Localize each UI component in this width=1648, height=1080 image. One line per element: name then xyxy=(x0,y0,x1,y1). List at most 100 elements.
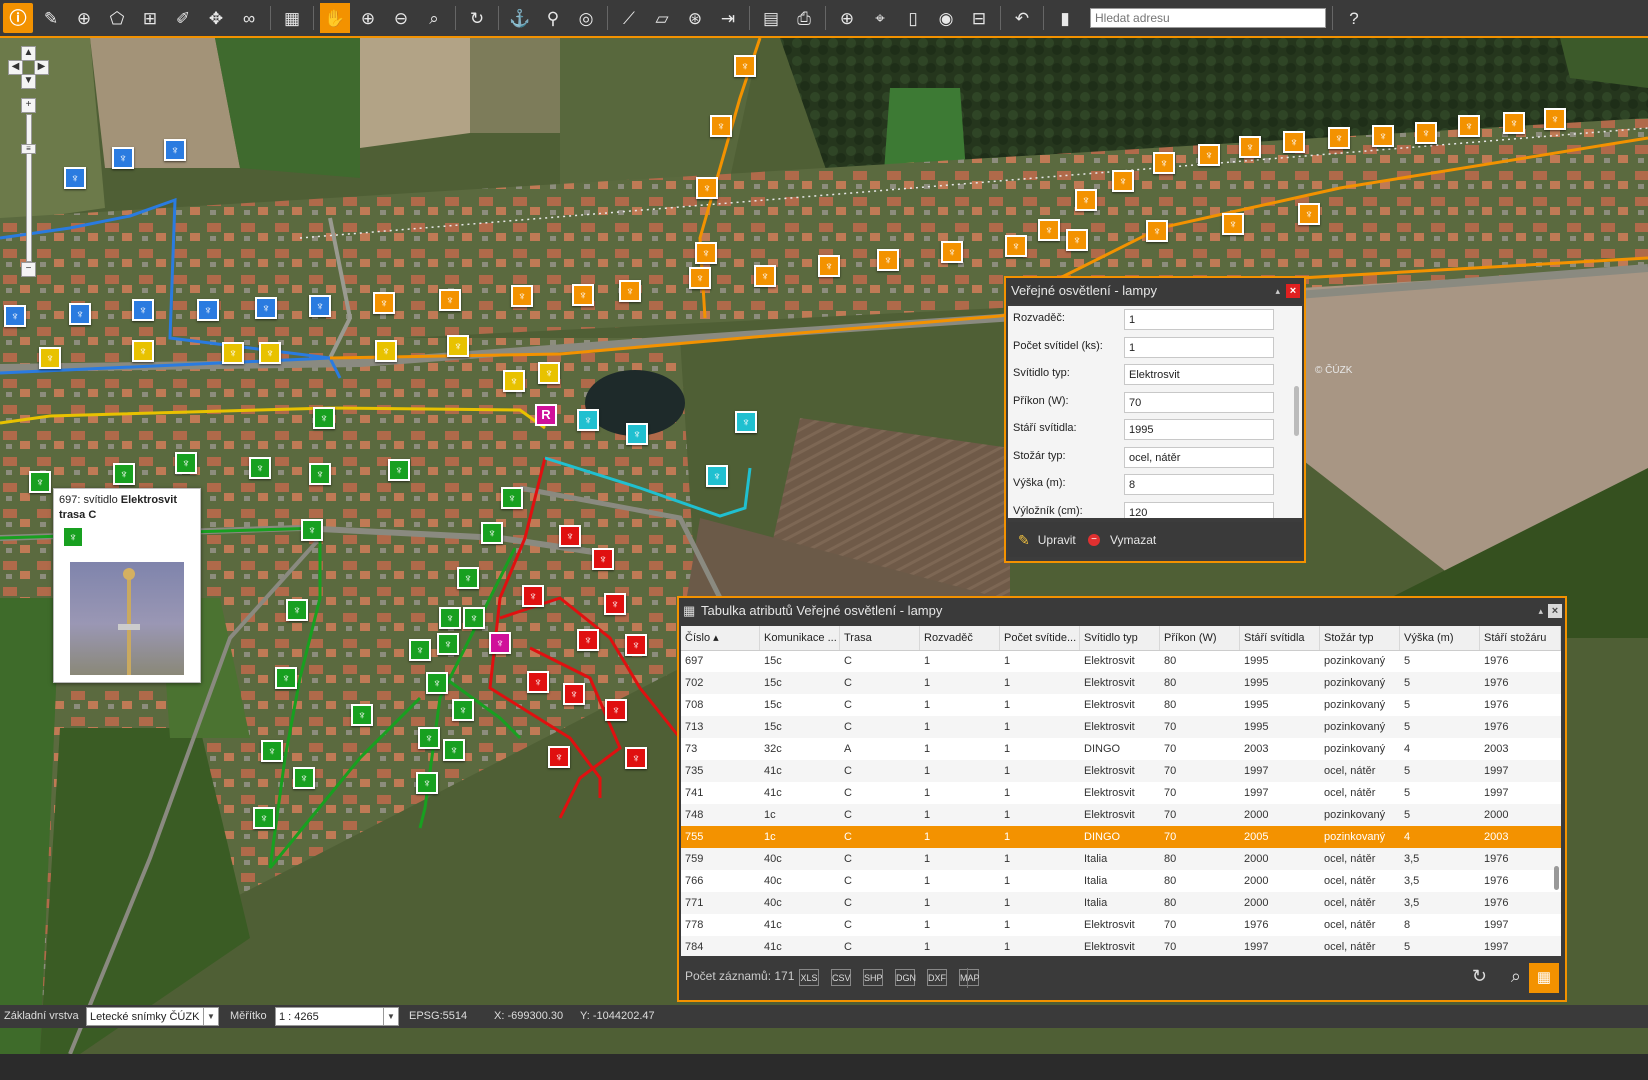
column-header[interactable]: Komunikace ... xyxy=(760,626,840,650)
export-xls-button[interactable]: XLS xyxy=(799,969,819,986)
lamp-marker-icon[interactable]: ♆ xyxy=(818,255,840,277)
lamp-marker-icon[interactable]: ♆ xyxy=(1112,170,1134,192)
switchboard-marker-icon[interactable]: R xyxy=(535,404,557,426)
delete-button[interactable]: − Vymazat xyxy=(1088,530,1156,550)
table-row[interactable]: 708 15c C 1 1 Elektrosvit 80 1995 pozinkovaný 5 19… xyxy=(681,694,1561,716)
clipboard-icon[interactable]: ▯ xyxy=(898,3,928,33)
lamp-marker-icon[interactable]: ♆ xyxy=(69,303,91,325)
lamp-marker-icon[interactable]: ♆ xyxy=(1198,144,1220,166)
lamp-marker-icon[interactable]: ♆ xyxy=(197,299,219,321)
pan-left-button[interactable]: ◀ xyxy=(8,60,23,75)
table-row[interactable]: 741 41c C 1 1 Elektrosvit 70 1997 ocel, nátěr 5 19… xyxy=(681,782,1561,804)
lamp-marker-icon[interactable]: ♆ xyxy=(625,747,647,769)
form-field-value[interactable]: 8 xyxy=(1124,474,1274,495)
lamp-marker-icon[interactable]: ♆ xyxy=(1239,136,1261,158)
table-row[interactable]: 73 32c A 1 1 DINGO 70 2003 pozinkovaný 4 2003 xyxy=(681,738,1561,760)
locate-icon[interactable]: ◎ xyxy=(571,3,601,33)
lamp-marker-icon[interactable]: ♆ xyxy=(734,55,756,77)
base-layer-select[interactable]: Letecké snímky ČÚZK ▼ xyxy=(86,1007,219,1026)
lamp-marker-icon[interactable]: ♆ xyxy=(577,409,599,431)
lamp-marker-icon[interactable]: ♆ xyxy=(259,342,281,364)
calculator-icon[interactable]: ▦ xyxy=(277,3,307,33)
column-header[interactable]: Svítidlo typ xyxy=(1080,626,1160,650)
export-dgn-button[interactable]: DGN xyxy=(895,969,916,986)
lamp-marker-icon[interactable]: ♆ xyxy=(164,139,186,161)
lamp-marker-icon[interactable]: ♆ xyxy=(592,548,614,570)
table-row-selected[interactable]: 755 1c C 1 1 DINGO 70 2005 pozinkovaný 4 2003 xyxy=(681,826,1561,848)
lamp-marker-icon[interactable]: ♆ xyxy=(1503,112,1525,134)
lamp-marker-icon[interactable]: ♆ xyxy=(1222,213,1244,235)
edit-geometry-icon[interactable]: ✐ xyxy=(168,3,198,33)
export-shp-button[interactable]: SHP xyxy=(863,969,883,986)
table-close-button[interactable]: × xyxy=(1548,604,1562,618)
find-object-icon[interactable]: ⌖ xyxy=(865,3,895,33)
lamp-marker-icon[interactable]: ♆ xyxy=(452,699,474,721)
column-header[interactable]: Příkon (W) xyxy=(1160,626,1240,650)
lamp-marker-icon[interactable]: ♆ xyxy=(4,305,26,327)
lamp-marker-icon[interactable]: ♆ xyxy=(941,241,963,263)
lamp-marker-icon[interactable]: ♆ xyxy=(1066,229,1088,251)
table-settings-icon[interactable]: ▦ xyxy=(1529,963,1559,993)
lamp-marker-icon[interactable]: ♆ xyxy=(527,671,549,693)
lamp-marker-icon[interactable]: ♆ xyxy=(1005,235,1027,257)
lamp-marker-icon[interactable]: ♆ xyxy=(696,177,718,199)
measure-distance-icon[interactable]: ⟋ xyxy=(614,3,644,33)
column-header[interactable]: Stáří svítidla xyxy=(1240,626,1320,650)
lamp-marker-icon[interactable]: ♆ xyxy=(1415,122,1437,144)
lamp-marker-icon[interactable]: ♆ xyxy=(443,739,465,761)
lamp-marker-icon[interactable]: ♆ xyxy=(375,340,397,362)
lamp-marker-icon[interactable]: ♆ xyxy=(625,634,647,656)
lamp-marker-icon[interactable]: ♆ xyxy=(301,519,323,541)
lamp-marker-icon[interactable]: ♆ xyxy=(489,632,511,654)
form-field-value[interactable]: Elektrosvit xyxy=(1124,364,1274,385)
lamp-marker-icon[interactable]: ♆ xyxy=(261,740,283,762)
lamp-marker-icon[interactable]: ♆ xyxy=(418,727,440,749)
scale-select[interactable]: 1 : 4265 ▼ xyxy=(275,1007,399,1026)
lamp-marker-icon[interactable]: ♆ xyxy=(1372,125,1394,147)
lamp-marker-icon[interactable]: ♆ xyxy=(447,335,469,357)
export-csv-button[interactable]: CSV xyxy=(831,969,851,986)
lamp-marker-icon[interactable]: ♆ xyxy=(1544,108,1566,130)
lamp-marker-icon[interactable]: ♆ xyxy=(706,465,728,487)
lamp-marker-icon[interactable]: ♆ xyxy=(132,299,154,321)
form-field-value[interactable]: 1 xyxy=(1124,309,1274,330)
column-header[interactable]: Trasa xyxy=(840,626,920,650)
lamp-marker-icon[interactable]: ♆ xyxy=(1298,203,1320,225)
lamp-marker-icon[interactable]: ♆ xyxy=(309,295,331,317)
lamp-marker-icon[interactable]: ♆ xyxy=(548,746,570,768)
lamp-marker-icon[interactable]: ♆ xyxy=(373,292,395,314)
lamp-marker-icon[interactable]: ♆ xyxy=(457,567,479,589)
lamp-marker-icon[interactable]: ♆ xyxy=(313,407,335,429)
collapse-icon[interactable]: ▴ xyxy=(1275,278,1280,304)
zoom-out-button[interactable]: − xyxy=(21,262,36,277)
export-icon[interactable]: ⇥ xyxy=(713,3,743,33)
lamp-marker-icon[interactable]: ♆ xyxy=(559,525,581,547)
lamp-marker-icon[interactable]: ♆ xyxy=(577,629,599,651)
lamp-marker-icon[interactable]: ♆ xyxy=(253,807,275,829)
table-row[interactable]: 771 40c C 1 1 Italia 80 2000 ocel, nátěr 3,5 1976 xyxy=(681,892,1561,914)
lamp-marker-icon[interactable]: ♆ xyxy=(463,607,485,629)
lamp-marker-icon[interactable]: ♆ xyxy=(605,699,627,721)
lamp-marker-icon[interactable]: ♆ xyxy=(695,242,717,264)
lamp-marker-icon[interactable]: ♆ xyxy=(1075,189,1097,211)
lamp-marker-icon[interactable]: ♆ xyxy=(538,362,560,384)
edit-button[interactable]: ✎ Upravit xyxy=(1018,530,1076,550)
form-field-value[interactable]: ocel, nátěr xyxy=(1124,446,1274,468)
lamp-marker-icon[interactable]: ♆ xyxy=(604,593,626,615)
refresh-icon[interactable]: ↻ xyxy=(462,3,492,33)
pan-right-button[interactable]: ▶ xyxy=(34,60,49,75)
zoom-in-button[interactable]: + xyxy=(21,98,36,113)
lamp-marker-icon[interactable]: ♆ xyxy=(572,284,594,306)
zoom-search-icon[interactable]: ⌕ xyxy=(419,3,449,33)
table-row[interactable]: 735 41c C 1 1 Elektrosvit 70 1997 ocel, nátěr 5 19… xyxy=(681,760,1561,782)
lamp-marker-icon[interactable]: ♆ xyxy=(626,423,648,445)
lamp-marker-icon[interactable]: ♆ xyxy=(439,289,461,311)
history-icon[interactable]: ↶ xyxy=(1007,3,1037,33)
pan-hand-icon[interactable]: ✋ xyxy=(320,3,350,33)
lamp-marker-icon[interactable]: ♆ xyxy=(409,639,431,661)
lamp-marker-icon[interactable]: ♆ xyxy=(39,347,61,369)
add-object-icon[interactable]: ⊞ xyxy=(135,3,165,33)
lamp-marker-icon[interactable]: ♆ xyxy=(1153,152,1175,174)
lamp-marker-icon[interactable]: ♆ xyxy=(1328,127,1350,149)
lamp-marker-icon[interactable]: ♆ xyxy=(416,772,438,794)
